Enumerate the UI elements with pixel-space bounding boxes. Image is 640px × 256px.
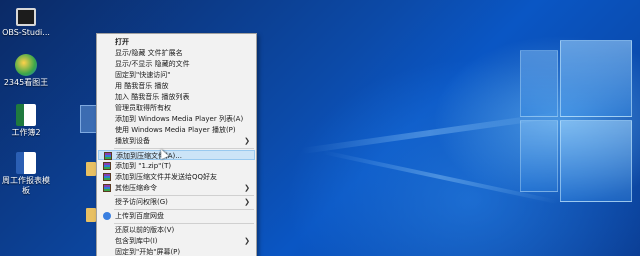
winrar-icon bbox=[103, 184, 111, 192]
menu-separator bbox=[114, 209, 254, 210]
menu-separator bbox=[114, 195, 254, 196]
desktop-icon-label: OBS-Studi... bbox=[2, 28, 50, 37]
menu-item-pin-quick-access[interactable]: 固定到"快速访问" bbox=[98, 70, 255, 80]
wallpaper-pane bbox=[520, 120, 558, 192]
desktop-icon-obs[interactable]: OBS-Studi... bbox=[0, 8, 52, 38]
desktop-icon-label: 工作簿2 bbox=[11, 128, 41, 137]
menu-item-add-to-archive[interactable]: 添加到压缩文件(A)... bbox=[98, 150, 255, 160]
obs-studio-icon bbox=[16, 8, 36, 26]
baidu-cloud-icon bbox=[103, 212, 111, 220]
menu-item-add-to-zip[interactable]: 添加到 "1.zip"(T) bbox=[98, 161, 255, 171]
desktop-icon-label: 2345看图王 bbox=[3, 78, 49, 87]
menu-item-include-in-library[interactable]: 包含到库中(I) ❯ bbox=[98, 236, 255, 246]
menu-item-cast-to-device[interactable]: 播放到设备 ❯ bbox=[98, 136, 255, 146]
desktop-icon-label: 周工作报表模板 bbox=[2, 176, 50, 195]
menu-item-pin-to-start[interactable]: 固定到"开始"屏幕(P) bbox=[98, 247, 255, 256]
menu-item-open[interactable]: 打开 bbox=[98, 37, 255, 47]
folder-icon[interactable] bbox=[86, 162, 96, 176]
menu-item-play-kuwo[interactable]: 用 酷我音乐 播放 bbox=[98, 81, 255, 91]
winrar-icon bbox=[104, 152, 112, 160]
menu-item-wmp-add-list[interactable]: 添加到 Windows Media Player 列表(A) bbox=[98, 114, 255, 124]
menu-item-upload-baidu[interactable]: 上传到百度网盘 bbox=[98, 211, 255, 221]
menu-item-archive-send-qq[interactable]: 添加到压缩文件并发送给QQ好友 bbox=[98, 172, 255, 182]
menu-item-wmp-play[interactable]: 使用 Windows Media Player 播放(P) bbox=[98, 125, 255, 135]
wallpaper-pane bbox=[560, 40, 632, 117]
chevron-right-icon: ❯ bbox=[244, 198, 250, 206]
chevron-right-icon: ❯ bbox=[244, 237, 250, 245]
wallpaper-pane bbox=[520, 50, 558, 117]
menu-item-other-compress[interactable]: 其他压缩命令 ❯ bbox=[98, 183, 255, 193]
context-menu[interactable]: 打开 显示/隐藏 文件扩展名 显示/不显示 隐藏的文件 固定到"快速访问" 用 … bbox=[96, 33, 257, 256]
menu-item-add-kuwo-playlist[interactable]: 加入 酷我音乐 播放列表 bbox=[98, 92, 255, 102]
wallpaper-pane bbox=[560, 120, 632, 202]
image-viewer-icon bbox=[15, 54, 37, 76]
desktop-icon-workbook[interactable]: 工作簿2 bbox=[0, 104, 52, 138]
folder-icon[interactable] bbox=[86, 208, 96, 222]
winrar-icon bbox=[103, 173, 111, 181]
word-file-icon bbox=[16, 152, 36, 174]
desktop-icon-weekly-report[interactable]: 周工作报表模板 bbox=[0, 152, 52, 196]
menu-item-take-ownership[interactable]: 管理员取得所有权 bbox=[98, 103, 255, 113]
excel-file-icon bbox=[16, 104, 36, 126]
winrar-icon bbox=[103, 162, 111, 170]
menu-item-restore-versions[interactable]: 还原以前的版本(V) bbox=[98, 225, 255, 235]
chevron-right-icon: ❯ bbox=[244, 184, 250, 192]
menu-item-toggle-extensions[interactable]: 显示/隐藏 文件扩展名 bbox=[98, 48, 255, 58]
menu-separator bbox=[114, 223, 254, 224]
menu-item-grant-access[interactable]: 授予访问权限(G) ❯ bbox=[98, 197, 255, 207]
desktop[interactable]: OBS-Studi... 2345看图王 工作簿2 周工作报表模板 打开 显示/… bbox=[0, 0, 640, 256]
desktop-icon-2345[interactable]: 2345看图王 bbox=[0, 54, 52, 88]
menu-separator bbox=[114, 148, 254, 149]
menu-item-toggle-hidden[interactable]: 显示/不显示 隐藏的文件 bbox=[98, 59, 255, 69]
chevron-right-icon: ❯ bbox=[244, 137, 250, 145]
